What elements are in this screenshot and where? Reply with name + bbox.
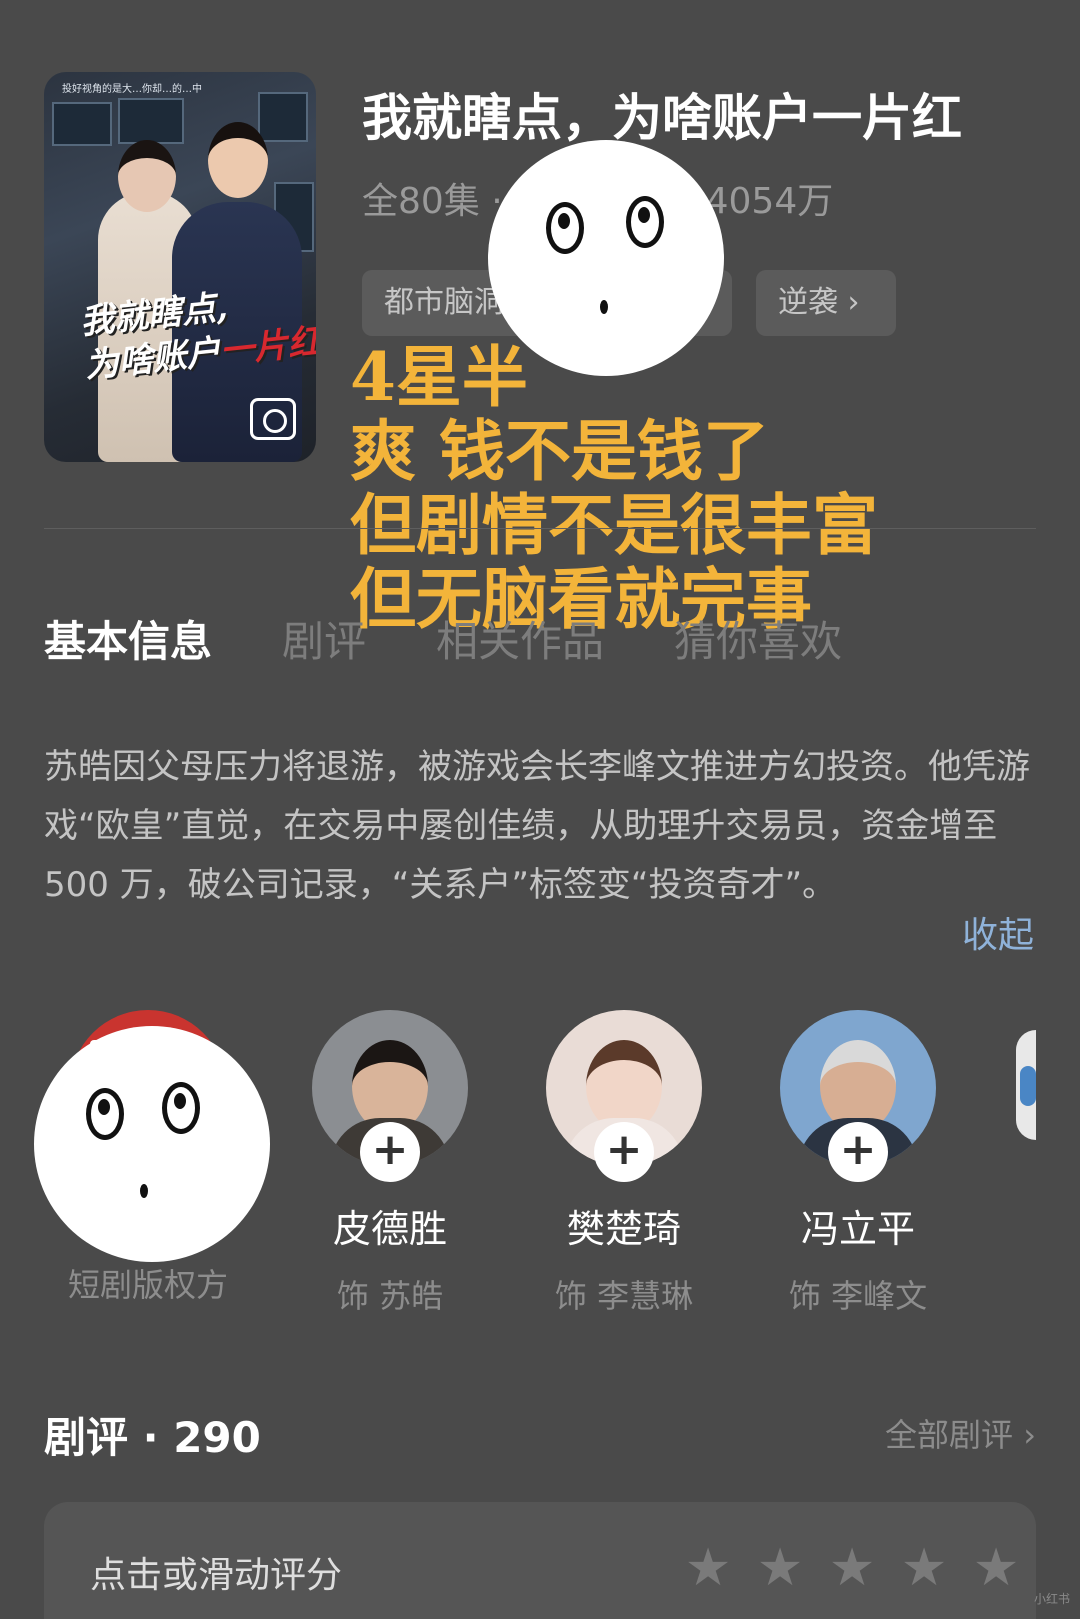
tab-reviews[interactable]: 剧评 [282, 608, 366, 669]
cast-role: 饰 李峰文 [788, 1277, 928, 1315]
star-icon[interactable]: ★ [756, 1542, 804, 1594]
cast-name: 冯立平 [800, 1207, 915, 1251]
poster-actor-head [208, 122, 268, 198]
sticker-face [34, 1026, 270, 1262]
episode-count: 全80集 [362, 181, 480, 222]
drama-title: 我就瞎点，为啥账户一片红 [362, 89, 962, 147]
sticker-mouth [140, 1184, 148, 1198]
rating-card[interactable]: 点击或滑动评分 ★ ★ ★ ★ ★ [44, 1502, 1036, 1619]
tab-recommend[interactable]: 猜你喜欢 [674, 608, 842, 669]
tag-more[interactable]: 逆袭 › [756, 270, 896, 336]
sticker-eye [86, 1088, 124, 1140]
tab-related[interactable]: 相关作品 [436, 608, 604, 669]
overlay-review: 4星半 爽 钱不是钱了 但剧情不是很丰富 但无脑看就完事 [350, 338, 878, 638]
divider [44, 528, 1036, 529]
rating-stars[interactable]: ★ ★ ★ ★ ★ [684, 1542, 1020, 1594]
follow-plus-icon[interactable]: + [594, 1122, 654, 1182]
star-icon[interactable]: ★ [684, 1542, 732, 1594]
cast-name: 皮德胜 [332, 1207, 447, 1251]
poster-screen [258, 92, 308, 142]
drama-poster[interactable]: 投好视角的是大…你却…的…中 我就瞎点, 为啥账户一片红 [44, 72, 316, 462]
chevron-right-icon: › [847, 285, 860, 320]
cast-role: 短剧版权方 [67, 1266, 228, 1304]
sticker-eye [546, 202, 584, 254]
star-icon[interactable]: ★ [900, 1542, 948, 1594]
rating-label: 点击或滑动评分 [90, 1555, 343, 1596]
cast-item[interactable]: + 冯立平 饰 李峰文 [758, 1010, 958, 1317]
poster-screen [118, 98, 184, 144]
tab-basic-info[interactable]: 基本信息 [44, 608, 212, 669]
sticker-eye [626, 196, 664, 248]
cast-role: 饰 李慧琳 [554, 1277, 694, 1315]
reviews-heading: 剧评 · 290 [44, 1413, 261, 1462]
cast-item[interactable]: + 樊楚琦 饰 李慧琳 [524, 1010, 724, 1317]
sticker-mouth [600, 300, 608, 314]
sticker-eye [162, 1082, 200, 1134]
collapse-link[interactable]: 收起 [962, 906, 1034, 958]
star-icon[interactable]: ★ [972, 1542, 1020, 1594]
gallery-icon[interactable] [250, 398, 296, 440]
watermark: 小红书 [1033, 1592, 1070, 1606]
view-count: 4054万 [705, 181, 834, 222]
cast-item[interactable]: + 皮德胜 饰 苏皓 [290, 1010, 490, 1317]
poster-actress-head [118, 140, 176, 212]
synopsis-text: 苏皓因父母压力将退游，被游戏会长李峰文推进方幻投资。他凭游戏“欧皇”直觉，在交易… [44, 747, 1030, 905]
cast-item-partial[interactable] [1016, 1030, 1036, 1140]
section-tabs: 基本信息 剧评 相关作品 猜你喜欢 [44, 608, 842, 669]
star-icon[interactable]: ★ [828, 1542, 876, 1594]
follow-plus-icon[interactable]: + [360, 1122, 420, 1182]
cast-name: 樊楚琦 [566, 1207, 681, 1251]
follow-plus-icon[interactable]: + [828, 1122, 888, 1182]
all-reviews-link[interactable]: 全部剧评 › [885, 1410, 1036, 1456]
poster-screen [52, 102, 112, 146]
cast-role: 饰 苏皓 [336, 1277, 444, 1315]
